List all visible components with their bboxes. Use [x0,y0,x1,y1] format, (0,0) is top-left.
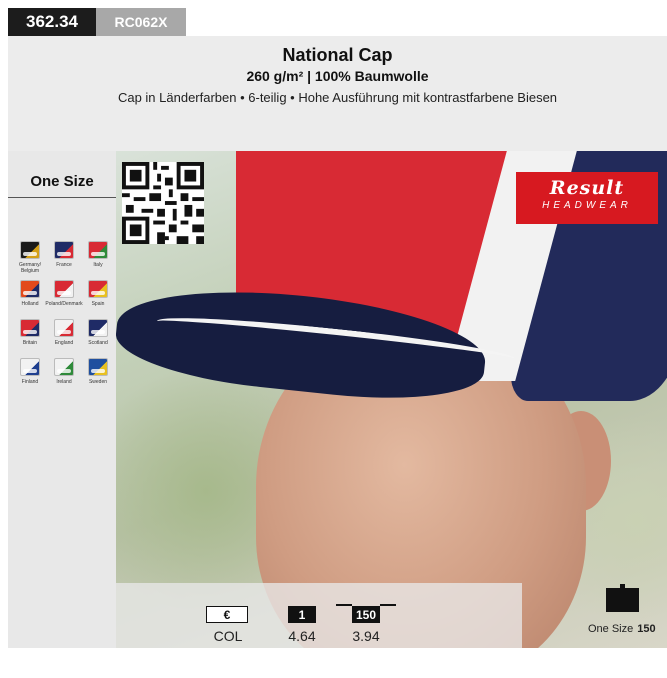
product-header: National Cap 260 g/m² | 100% Baumwolle C… [8,36,667,151]
cap-color-icon [20,319,40,337]
carton-size: One Size [588,623,634,635]
swatch-label: Holland [21,301,39,307]
brand-logo: Result HEADWEAR [516,172,658,224]
color-swatch[interactable]: Sweden [82,358,114,391]
cap-color-icon [20,241,40,259]
price-panel: € 1 150 COL 4.64 3.94 [116,583,522,648]
color-swatch[interactable]: Italy [82,241,114,274]
product-description: Cap in Länderfarben • 6-teilig • Hohe Au… [117,90,558,105]
product-subtitle: 260 g/m² | 100% Baumwolle [246,68,429,84]
cap-color-icon [54,358,74,376]
carton-icon [606,584,639,612]
cap-color-icon [88,319,108,337]
color-swatch[interactable]: Ireland [48,358,80,391]
swatch-label: Spain [91,301,105,307]
brand-line: HEADWEAR [542,200,632,211]
swatch-label: Scotland [88,340,108,346]
qty-1-box: 1 [288,606,316,623]
cap-color-icon [88,280,108,298]
cap-color-icon [54,241,74,259]
divider [8,197,116,198]
color-swatch-grid: Germany/ Belgium France Italy Holland Poland… [14,241,114,391]
price-qty-1: 4.64 [288,628,316,644]
product-sku: RC062X [96,8,186,36]
qty-bar-left [336,604,352,606]
color-label: COL [213,628,243,644]
cap-color-icon [20,280,40,298]
swatch-label: France [56,262,72,268]
swatch-label: Ireland [56,379,72,385]
carton-info: One Size 150 [588,623,656,635]
color-swatch[interactable]: Germany/ Belgium [14,241,46,274]
swatch-label: Finland [21,379,39,385]
cap-color-icon [54,280,74,298]
cap-color-icon [54,319,74,337]
cap-color-icon [20,358,40,376]
product-code-bar: 362.34 RC062X [8,8,186,36]
qr-code-icon [122,162,204,244]
cap-color-icon [88,358,108,376]
swatch-label: Italy [93,262,103,268]
color-swatch[interactable]: Spain [82,280,114,313]
product-title: National Cap [282,45,393,65]
carton-quantity: 150 [637,623,656,635]
swatch-label: Germany/ Belgium [19,262,41,274]
swatch-label: Sweden [88,379,108,385]
swatch-label: England [54,340,74,346]
size-color-sidebar: One Size Germany/ Belgium France Italy Holl… [8,151,116,648]
catalog-page: 362.34 RC062X National Cap 260 g/m² | 10… [0,0,667,678]
color-swatch[interactable]: Poland/Denmark [45,280,83,313]
qr-code[interactable] [122,162,204,244]
swatch-label: Poland/Denmark [45,301,83,307]
qty-150-box: 150 [352,606,380,623]
brand-name: Result [549,177,625,199]
currency-box: € [206,606,248,623]
size-label: One Size [30,173,94,190]
color-swatch[interactable]: Holland [14,280,46,313]
price-qty-150: 3.94 [352,628,380,644]
color-swatch[interactable]: France [48,241,80,274]
color-swatch[interactable]: Scotland [82,319,114,352]
color-swatch[interactable]: England [48,319,80,352]
color-swatch[interactable]: Britain [14,319,46,352]
product-number: 362.34 [8,8,96,36]
cap-color-icon [88,241,108,259]
swatch-label: Britain [22,340,38,346]
qty-bar-right [380,604,396,606]
color-swatch[interactable]: Finland [14,358,46,391]
